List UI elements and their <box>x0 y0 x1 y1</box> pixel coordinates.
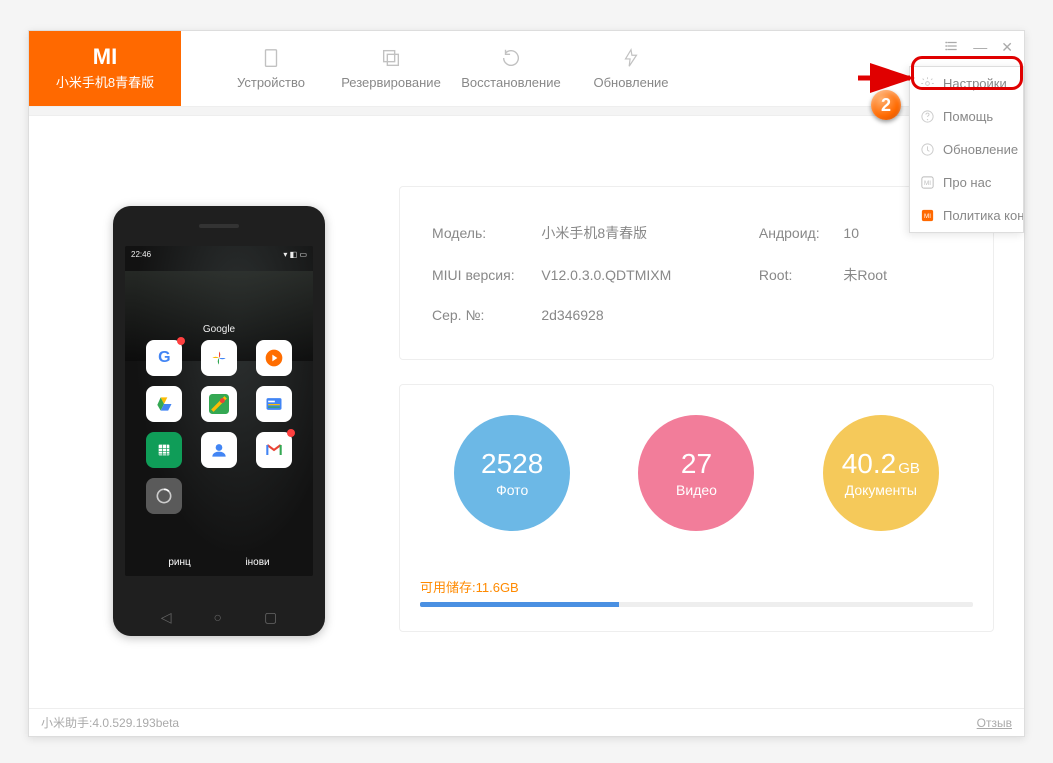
device-icon <box>260 47 282 69</box>
help-icon <box>920 109 935 124</box>
miui-value: V12.0.3.0.QDTMIXM <box>541 255 757 295</box>
dd-about[interactable]: MI Про нас <box>910 166 1023 199</box>
logo-device-box[interactable]: MI 小米手机8青春版 <box>29 31 181 106</box>
close-button[interactable]: ✕ <box>998 37 1016 58</box>
settings-dropdown: Настройки Помощь Обновление MI Про нас M… <box>909 66 1024 233</box>
annotation-step-badge: 2 <box>871 90 903 122</box>
restore-icon <box>500 47 522 69</box>
serial-value: 2d346928 <box>541 297 757 333</box>
phone-app-grid: G <box>141 340 297 514</box>
dd-update[interactable]: Обновление <box>910 133 1023 166</box>
nav-backup[interactable]: Резервирование <box>331 31 451 106</box>
photos-circle[interactable]: 2528 Фото <box>454 415 570 531</box>
nav-update[interactable]: Обновление <box>571 31 691 106</box>
phone-folder-label: Google <box>125 324 313 335</box>
footer-feedback-link[interactable]: Отзыв <box>977 716 1012 730</box>
stat-circles: 2528 Фото 27 Видео 40.2GB Документы <box>420 415 973 531</box>
model-value: 小米手机8青春版 <box>541 213 757 253</box>
phone-preview-column: 22:46 ▾ ◧ ▭ Google G <box>59 186 379 656</box>
app-gmail-icon <box>256 432 292 468</box>
svg-text:MI: MI <box>924 213 931 220</box>
phone-nav-buttons: ◁ ○ ▢ <box>113 609 325 626</box>
miui-label: MIUI версия: <box>432 255 539 295</box>
app-sheets-icon <box>146 432 182 468</box>
mi-logo-icon: MI <box>93 46 117 68</box>
app-contacts-icon <box>201 432 237 468</box>
nav-restore[interactable]: Восстановление <box>451 31 571 106</box>
model-label: Модель: <box>432 213 539 253</box>
gear-icon <box>920 76 935 91</box>
root-label: Root: <box>759 255 842 295</box>
device-info-card: Модель: 小米手机8青春版 Андроид: 10 MIUI версия… <box>399 186 994 360</box>
docs-circle[interactable]: 40.2GB Документы <box>823 415 939 531</box>
svg-text:MI: MI <box>924 180 931 187</box>
dd-privacy[interactable]: MI Политика кон <box>910 199 1023 232</box>
info-column: Модель: 小米手机8青春版 Андроид: 10 MIUI версия… <box>379 186 994 656</box>
minimize-button[interactable]: — <box>970 37 990 58</box>
root-value: 未Root <box>843 255 961 295</box>
phone-back-icon: ◁ <box>161 609 172 626</box>
phone-mockup: 22:46 ▾ ◧ ▭ Google G <box>113 206 325 636</box>
serial-label: Сер. №: <box>432 297 539 333</box>
header-device-name: 小米手机8青春版 <box>56 72 154 91</box>
update-small-icon <box>920 142 935 157</box>
app-drive-icon <box>146 386 182 422</box>
app-google-icon: G <box>146 340 182 376</box>
mi-small-icon: MI <box>920 175 935 190</box>
stats-card: 2528 Фото 27 Видео 40.2GB Документы 可用储存… <box>399 384 994 632</box>
backup-icon <box>380 47 402 69</box>
phone-dock: ринц інови <box>141 557 297 568</box>
window-controls: — ✕ <box>942 37 1016 58</box>
android-label: Андроид: <box>759 213 842 253</box>
phone-home-icon: ○ <box>214 609 222 626</box>
app-news-icon <box>256 386 292 422</box>
update-icon <box>620 47 642 69</box>
nav-device[interactable]: Устройство <box>211 31 331 106</box>
videos-circle[interactable]: 27 Видео <box>638 415 754 531</box>
phone-status-bar: 22:46 ▾ ◧ ▭ <box>131 250 307 259</box>
mi-assistant-window: MI 小米手机8青春版 Устройство Резервирование Во… <box>28 30 1025 737</box>
footer-version: 小米助手:4.0.529.193beta <box>41 714 179 731</box>
footer: 小米助手:4.0.529.193beta Отзыв <box>29 708 1024 736</box>
storage-bar <box>420 602 973 607</box>
app-maps-icon <box>201 386 237 422</box>
app-photos-icon <box>201 340 237 376</box>
phone-recent-icon: ▢ <box>264 609 277 626</box>
phone-screen: 22:46 ▾ ◧ ▭ Google G <box>125 246 313 576</box>
mi-orange-icon: MI <box>920 208 935 223</box>
main-content: 22:46 ▾ ◧ ▭ Google G <box>29 116 1024 676</box>
storage-label: 可用储存:11.6GB <box>420 577 973 596</box>
annotation-arrow <box>856 63 920 93</box>
app-playmusic-icon <box>256 340 292 376</box>
dd-help[interactable]: Помощь <box>910 100 1023 133</box>
dd-settings[interactable]: Настройки <box>910 67 1023 100</box>
app-authenticator-icon <box>146 478 182 514</box>
storage-bar-fill <box>420 602 619 607</box>
menu-button[interactable] <box>942 37 962 58</box>
